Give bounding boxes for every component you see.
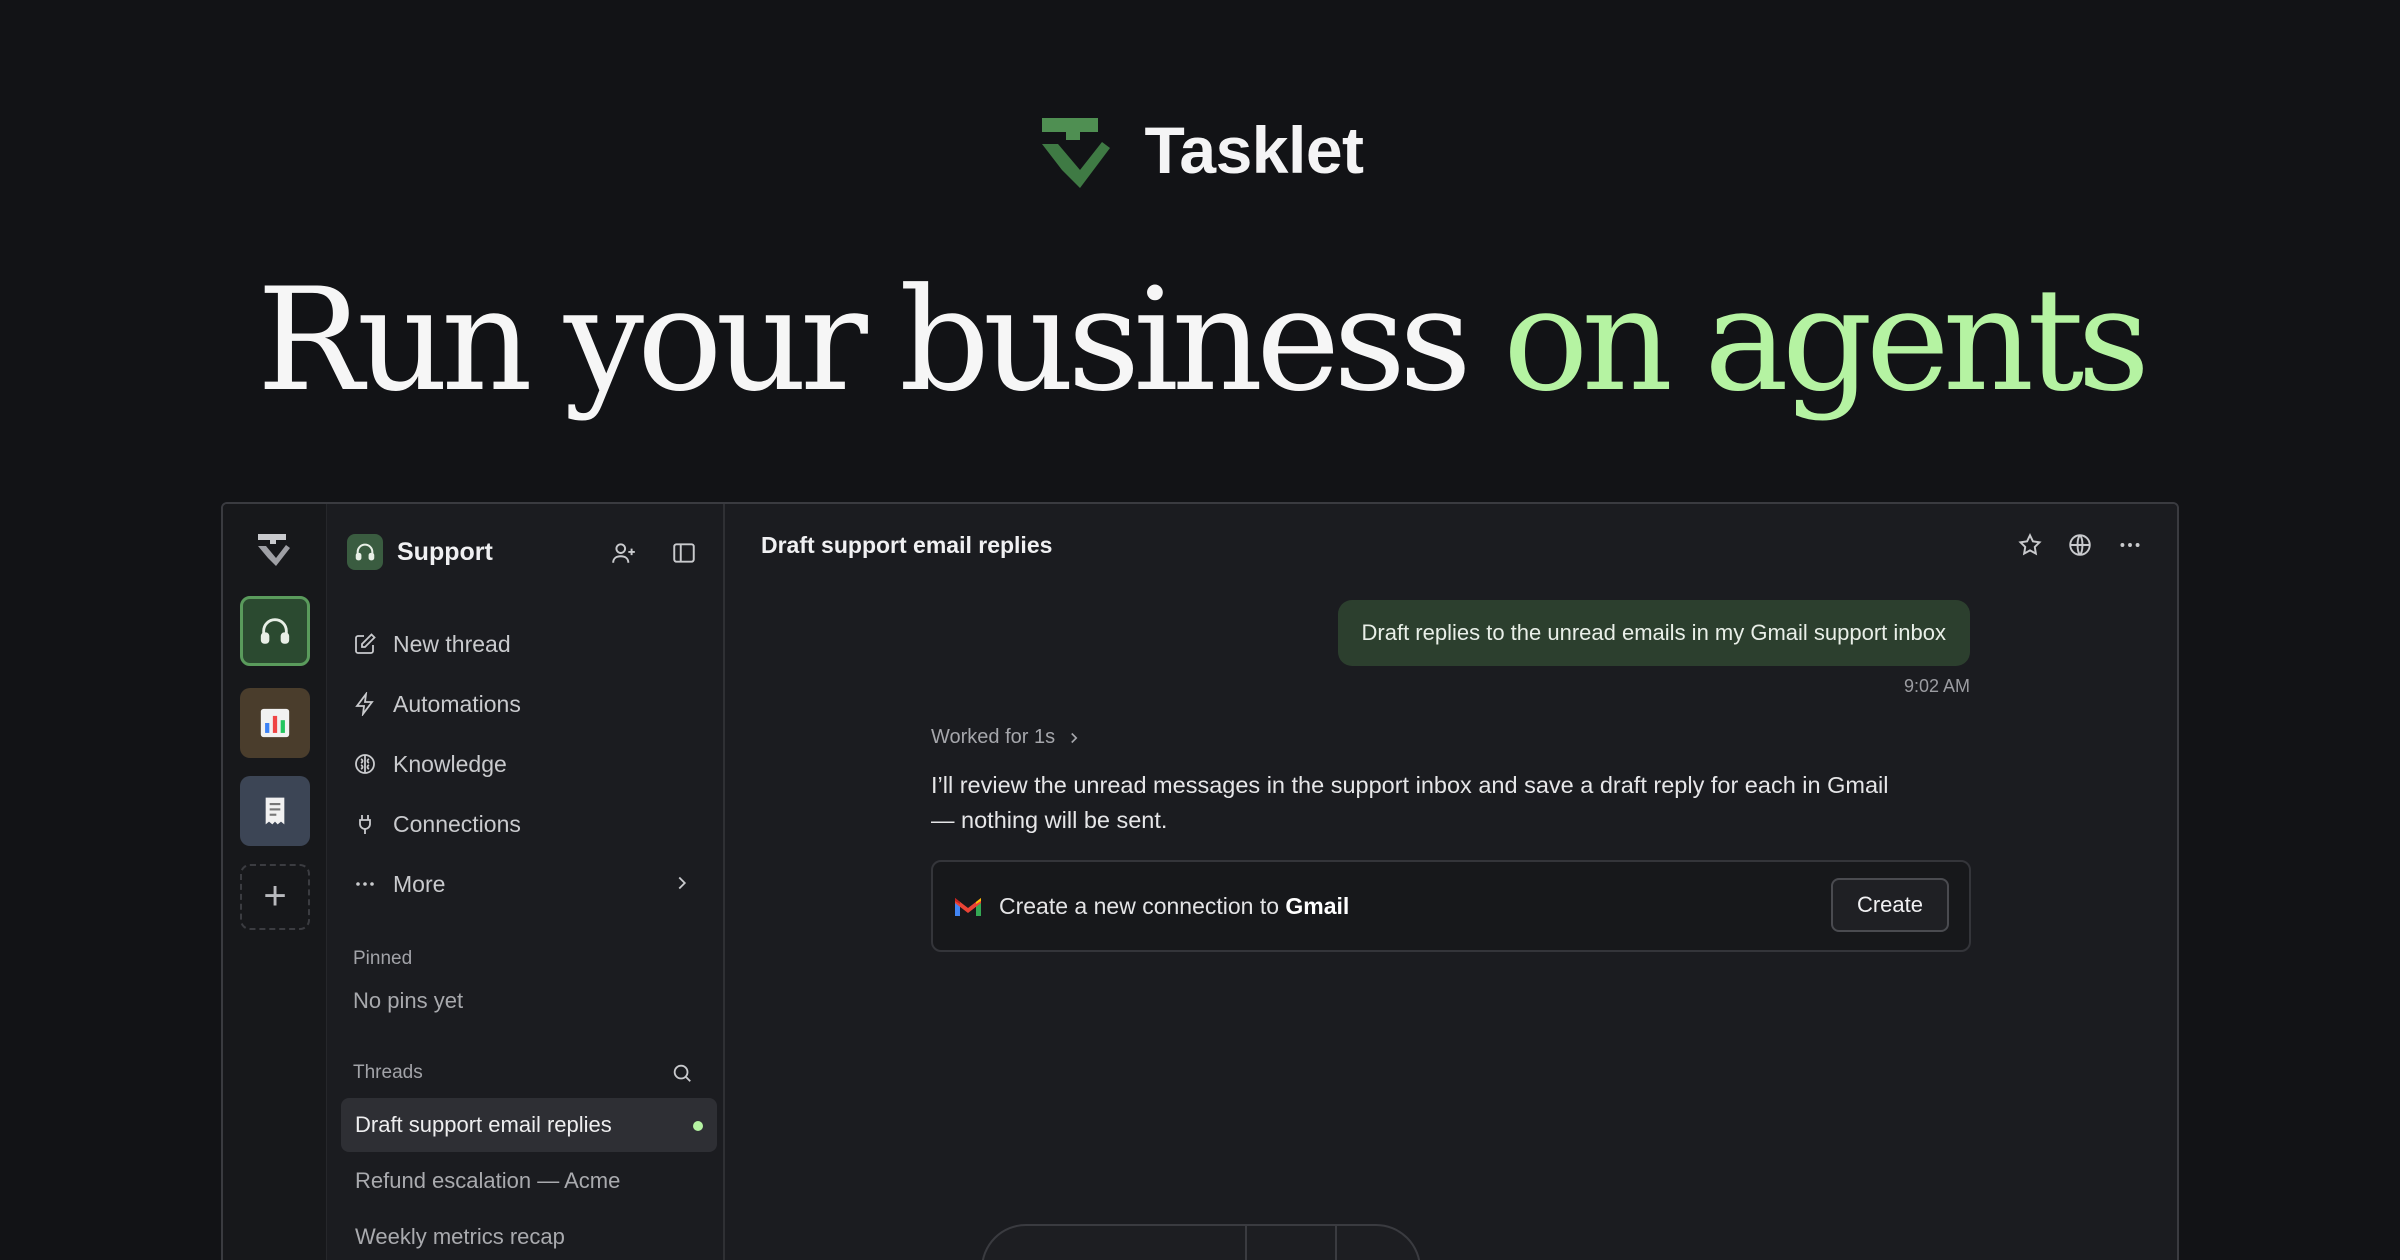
thread-actions	[2015, 530, 2145, 560]
thread-item[interactable]: Refund escalation — Acme	[341, 1154, 717, 1208]
share-public-button[interactable]	[2065, 530, 2095, 560]
thread-label: Weekly metrics recap	[355, 1224, 565, 1249]
pinned-empty-text: No pins yet	[353, 988, 464, 1013]
user-message-bubble: Draft replies to the unread emails in my…	[1337, 600, 1970, 666]
headline-main: Run your business	[256, 258, 1504, 423]
workspace-rail: +	[223, 504, 327, 1260]
plug-icon	[359, 815, 371, 834]
sidebar-actions	[609, 538, 699, 568]
chevron-right-icon	[678, 876, 687, 890]
thread-label: Draft support email replies	[355, 1112, 612, 1137]
nav-more[interactable]: More	[347, 854, 705, 914]
bolt-icon	[355, 692, 374, 716]
headphones-icon	[355, 543, 375, 561]
brand-name: Tasklet	[1144, 113, 1364, 187]
bar-chart-icon	[260, 708, 290, 738]
toolbar-separator	[1245, 1226, 1247, 1260]
worked-label: Worked for 1s	[931, 726, 1056, 748]
brain-icon	[355, 754, 375, 774]
tasklet-rail-logo-icon[interactable]	[254, 530, 294, 570]
connection-text: Create a new connection to Gmail	[999, 893, 1349, 920]
thread-item[interactable]: Weekly metrics recap	[341, 1210, 717, 1260]
workspace-metrics[interactable]	[240, 688, 310, 758]
gmail-icon	[955, 898, 981, 916]
assistant-reply: I’ll review the unread messages in the s…	[931, 768, 1971, 838]
user-plus-icon	[612, 543, 635, 563]
sidebar: Support New thread Automations Knowledge…	[327, 504, 725, 1260]
pinned-label: Pinned	[353, 948, 413, 969]
reply-line: I’ll review the unread messages in the s…	[931, 772, 1889, 798]
add-workspace-button[interactable]: +	[240, 864, 310, 930]
nav-connections[interactable]: Connections	[347, 794, 705, 854]
nav-label: Knowledge	[393, 750, 507, 777]
nav-label: More	[393, 870, 446, 897]
nav-label: Connections	[393, 810, 521, 837]
connection-service: Gmail	[1285, 892, 1350, 919]
globe-icon	[2069, 534, 2091, 556]
threads-label: Threads	[353, 1062, 423, 1083]
unread-dot	[693, 1121, 703, 1131]
more-options-button[interactable]	[2115, 530, 2145, 560]
brand-header: Tasklet	[0, 110, 2400, 190]
thread-label: Refund escalation — Acme	[355, 1168, 621, 1193]
nav-label: Automations	[393, 690, 521, 717]
app-window: + Support New thread Automations Knowled…	[221, 502, 2179, 1260]
workspace-header[interactable]: Support	[347, 534, 493, 570]
search-threads-button[interactable]	[667, 1058, 697, 1088]
search-icon	[673, 1064, 691, 1082]
sidebar-nav: New thread Automations Knowledge Connect…	[347, 614, 705, 914]
tasklet-logo-icon	[1042, 118, 1111, 188]
more-horizontal-icon	[2120, 543, 2140, 547]
main-panel: Draft support email replies Draft replie…	[725, 504, 2177, 1260]
workspace-title: Support	[397, 537, 493, 566]
star-icon	[2018, 533, 2042, 556]
workspace-support[interactable]	[240, 596, 310, 666]
worked-toggle[interactable]: Worked for 1s	[931, 726, 1083, 749]
reply-line: — nothing will be sent.	[931, 807, 1168, 833]
sidebar-panel-icon	[673, 543, 695, 563]
create-connection-button[interactable]: Create	[1830, 878, 1949, 932]
nav-new-thread[interactable]: New thread	[347, 614, 705, 674]
thread-title: Draft support email replies	[761, 532, 1053, 558]
more-icon	[356, 882, 374, 886]
message-timestamp: 9:02 AM	[1903, 676, 1970, 696]
headline-accent: on agents	[1503, 258, 2150, 423]
thread-item-active[interactable]: Draft support email replies	[341, 1098, 717, 1152]
workspace-badge	[347, 534, 383, 570]
composer-toolbar	[981, 1224, 1421, 1260]
toggle-sidebar-button[interactable]	[669, 538, 699, 568]
add-member-button[interactable]	[609, 538, 639, 568]
edit-icon	[355, 633, 376, 654]
hero-headline: Run your business on agents	[0, 258, 2400, 423]
headphones-icon	[260, 618, 290, 644]
nav-label: New thread	[393, 630, 511, 657]
receipt-icon	[265, 797, 285, 825]
favorite-button[interactable]	[2015, 530, 2045, 560]
workspace-billing[interactable]	[240, 776, 310, 846]
nav-knowledge[interactable]: Knowledge	[347, 734, 705, 794]
nav-automations[interactable]: Automations	[347, 674, 705, 734]
connection-prefix: Create a new connection to	[999, 892, 1286, 919]
chevron-right-icon	[1071, 732, 1078, 743]
connection-card: Create a new connection to Gmail Create	[931, 860, 1971, 952]
toolbar-separator	[1335, 1226, 1337, 1260]
